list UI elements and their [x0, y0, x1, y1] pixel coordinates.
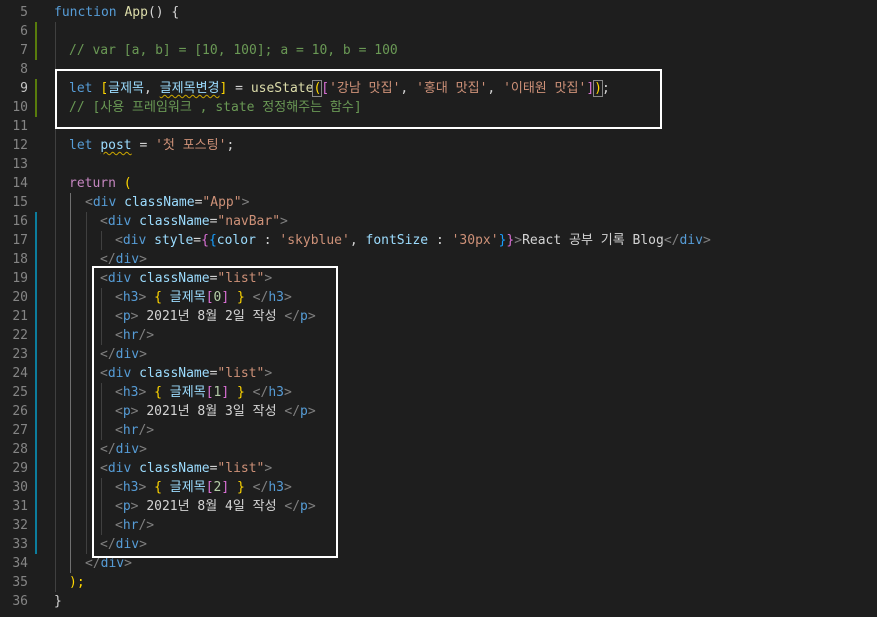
code-line-17[interactable]: <div style={{color : 'skyblue', fontSize…	[115, 231, 711, 250]
line-number: 15	[12, 195, 28, 210]
line-number: 21	[12, 309, 28, 324]
line-number: 6	[20, 24, 28, 39]
git-modified-indicator[interactable]	[35, 212, 37, 554]
string: 'skyblue'	[279, 233, 350, 248]
bracket: (	[123, 176, 132, 191]
annotation-box-usestate	[55, 69, 662, 129]
attribute: className	[139, 214, 210, 229]
string: '30px'	[451, 233, 499, 248]
line-number: 25	[12, 385, 28, 400]
tag-name: div	[92, 195, 117, 210]
line-number-gutter: 5 6 7 8 9 10 11 12 13 14 15 16 17 18 19 …	[0, 0, 40, 617]
tag-name: div	[107, 214, 132, 229]
line-number: 30	[12, 480, 28, 495]
punctuation: () {	[147, 5, 180, 20]
line-number: 8	[20, 62, 28, 77]
git-added-indicator[interactable]	[35, 79, 37, 117]
line-number: 18	[12, 252, 28, 267]
code-line-14[interactable]: return (	[69, 174, 132, 193]
tag-name: div	[679, 233, 703, 248]
code-editor[interactable]: 5 6 7 8 9 10 11 12 13 14 15 16 17 18 19 …	[0, 0, 877, 617]
code-line-35[interactable]: );	[69, 573, 85, 592]
comment: // var [a, b] = [10, 100]; a = 10, b = 1…	[69, 43, 398, 58]
indent-guide	[86, 212, 87, 554]
line-number: 35	[12, 575, 28, 590]
code-line-7[interactable]: // var [a, b] = [10, 100]; a = 10, b = 1…	[69, 41, 398, 60]
keyword: let	[69, 138, 93, 153]
line-number: 33	[12, 537, 28, 552]
line-number: 17	[12, 233, 28, 248]
line-number: 34	[12, 556, 28, 571]
line-number: 28	[12, 442, 28, 457]
jsx-text: React 공부 기록 Blog	[522, 233, 664, 248]
line-number: 29	[12, 461, 28, 476]
indent-guide	[101, 231, 102, 250]
line-number: 7	[20, 43, 28, 58]
line-number: 14	[12, 176, 28, 191]
line-number: 11	[12, 119, 28, 134]
property: color	[216, 233, 256, 248]
string: '첫 포스팅'	[155, 138, 227, 153]
operator: =	[139, 138, 148, 153]
line-number: 31	[12, 499, 28, 514]
code-line-36[interactable]: }	[54, 592, 62, 611]
property: fontSize	[365, 233, 429, 248]
line-number: 24	[12, 366, 28, 381]
line-number: 10	[12, 100, 28, 115]
line-number: 5	[20, 5, 28, 20]
line-number: 13	[12, 157, 28, 172]
line-number: 19	[12, 271, 28, 286]
keyword: return	[69, 176, 116, 191]
line-number: 32	[12, 518, 28, 533]
variable-warning: post	[100, 138, 132, 153]
code-line-12[interactable]: let post = '첫 포스팅';	[69, 136, 234, 155]
attribute-value: "App"	[202, 195, 242, 210]
line-number: 12	[12, 138, 28, 153]
punctuation: ;	[226, 138, 235, 153]
attribute: className	[124, 195, 195, 210]
tag-name: div	[115, 252, 140, 267]
code-line-5[interactable]: function App() {	[54, 3, 179, 22]
line-number: 26	[12, 404, 28, 419]
line-number: 16	[12, 214, 28, 229]
punctuation: );	[69, 575, 85, 590]
annotation-box-list	[92, 266, 338, 558]
tag-name: div	[100, 556, 125, 571]
tag-name: div	[122, 233, 147, 248]
function-name: App	[124, 5, 148, 20]
indent-guide-active	[70, 193, 71, 573]
code-line-15[interactable]: <div className="App">	[85, 193, 249, 212]
code-line-16[interactable]: <div className="navBar">	[100, 212, 288, 231]
punctuation: }	[54, 594, 62, 609]
line-number: 27	[12, 423, 28, 438]
line-number: 20	[12, 290, 28, 305]
keyword: function	[54, 5, 117, 20]
line-number-current: 9	[20, 81, 28, 96]
line-number: 36	[12, 594, 28, 609]
line-number: 23	[12, 347, 28, 362]
git-added-indicator[interactable]	[35, 22, 37, 60]
line-number: 22	[12, 328, 28, 343]
attribute: style	[154, 233, 194, 248]
attribute-value: "navBar"	[217, 214, 281, 229]
